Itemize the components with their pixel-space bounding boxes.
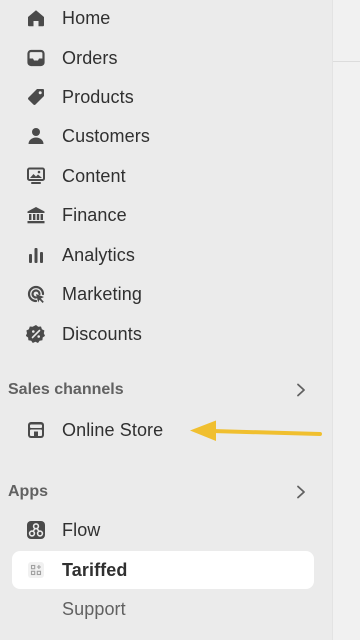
nav-item-label: Customers (62, 125, 150, 146)
header-divider (333, 61, 360, 62)
nav-item-label: Orders (62, 47, 118, 68)
section-title: Sales channels (8, 381, 124, 398)
target-icon (24, 282, 48, 306)
tag-icon (24, 85, 48, 109)
nav-item-discounts[interactable]: Discounts (12, 316, 314, 352)
sales-channels-header[interactable]: Sales channels (0, 375, 332, 405)
app-grid-icon (24, 558, 48, 582)
nav-item-label: Products (62, 86, 134, 107)
inbox-icon (24, 46, 48, 70)
nav-item-label: Discounts (62, 323, 142, 344)
nav-item-label: Content (62, 165, 126, 186)
nav-item-content[interactable]: Content (12, 158, 314, 194)
nav-item-home[interactable]: Home (12, 0, 314, 36)
nav-item-label: Online Store (62, 419, 164, 440)
storefront-icon (24, 418, 48, 442)
nav-item-label: Tariffed (62, 559, 128, 580)
bank-icon (24, 203, 48, 227)
nav-item-support[interactable]: Support (12, 591, 314, 627)
chevron-right-icon[interactable] (294, 383, 308, 397)
nav-item-marketing[interactable]: Marketing (12, 276, 314, 312)
chevron-right-icon[interactable] (294, 485, 308, 499)
nav-item-flow[interactable]: Flow (12, 512, 314, 548)
discount-badge-icon (24, 322, 48, 346)
bar-chart-icon (24, 243, 48, 267)
nav-item-finance[interactable]: Finance (12, 197, 314, 233)
nav-item-products[interactable]: Products (12, 79, 314, 115)
image-icon (24, 164, 48, 188)
home-icon (24, 6, 48, 30)
nav-item-customers[interactable]: Customers (12, 118, 314, 154)
nav-item-orders[interactable]: Orders (12, 40, 314, 76)
sidebar-navigation: Home Orders Products Customers Content F… (0, 0, 332, 640)
nav-item-label: Flow (62, 519, 101, 540)
nav-item-label: Finance (62, 204, 127, 225)
flow-icon (24, 518, 48, 542)
nav-item-analytics[interactable]: Analytics (12, 237, 314, 273)
nav-item-label: Home (62, 7, 111, 28)
nav-item-label: Marketing (62, 283, 142, 304)
nav-item-label: Analytics (62, 244, 135, 265)
section-title: Apps (8, 483, 48, 500)
annotation-arrow (190, 420, 322, 441)
person-icon (24, 124, 48, 148)
apps-header[interactable]: Apps (0, 477, 332, 507)
nav-item-label: Support (62, 598, 126, 619)
main-content-edge (332, 0, 360, 640)
nav-item-tariffed[interactable]: Tariffed (12, 551, 314, 589)
